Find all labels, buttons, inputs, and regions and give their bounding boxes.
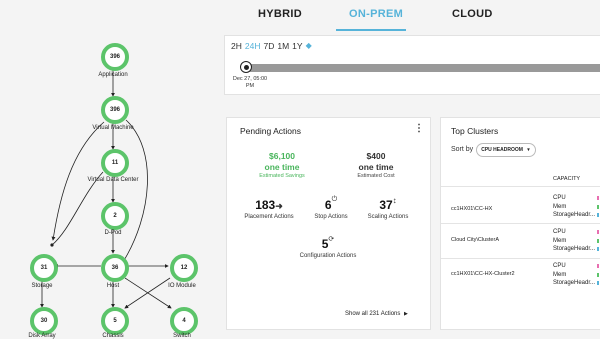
top-clusters-title: Top Clusters bbox=[451, 126, 499, 136]
cpu-label: CPU bbox=[553, 263, 566, 269]
range-2h[interactable]: 2H bbox=[231, 41, 242, 51]
range-24h[interactable]: 24H bbox=[245, 41, 261, 51]
placement-actions[interactable]: 183➜ Placement Actions bbox=[236, 196, 302, 220]
chassis-node[interactable]: 5 bbox=[101, 307, 129, 335]
disk-array-node[interactable]: 30 bbox=[30, 307, 58, 335]
cluster-row-1-capacity: CPU Mem StorageHeadr... bbox=[553, 194, 595, 220]
estimated-savings-label: Estimated Savings bbox=[259, 173, 305, 179]
capacity-header: CAPACITY bbox=[553, 176, 581, 182]
divider bbox=[441, 223, 600, 224]
storage-label: Storage bbox=[31, 283, 53, 289]
cpu-label: CPU bbox=[553, 229, 566, 235]
tab-cloud[interactable]: CLOUD bbox=[452, 8, 493, 20]
stop-count: 6 bbox=[324, 198, 332, 212]
show-all-label: Show all 231 Actions bbox=[345, 311, 401, 317]
divider bbox=[441, 186, 600, 187]
cluster-row-2-capacity: CPU Mem StorageHeadr... bbox=[553, 228, 595, 254]
timeline-track[interactable] bbox=[246, 64, 600, 72]
application-label: Application bbox=[98, 72, 128, 78]
chevron-right-icon: ▶ bbox=[404, 311, 408, 317]
resize-icon: ↕ bbox=[392, 196, 397, 205]
arrow-right-icon: ➜ bbox=[275, 201, 283, 211]
marker-date: Dec 27, 05:00 bbox=[232, 76, 268, 82]
switch-node[interactable]: 4 bbox=[170, 307, 198, 335]
storage-bar bbox=[597, 281, 599, 285]
mem-label: Mem bbox=[553, 203, 567, 210]
range-1m[interactable]: 1M bbox=[277, 41, 289, 51]
scaling-label: Scaling Actions bbox=[367, 214, 409, 220]
stop-label: Stop Actions bbox=[314, 214, 348, 220]
mem-bar bbox=[597, 205, 599, 209]
stop-actions[interactable]: 6⏻ Stop Actions bbox=[302, 196, 360, 220]
tab-hybrid[interactable]: HYBRID bbox=[258, 8, 302, 20]
d-pod-label: D-Pod bbox=[104, 230, 122, 236]
pending-actions-title: Pending Actions bbox=[240, 126, 301, 136]
estimated-savings-value: $6,100 bbox=[269, 151, 295, 161]
cpu-bar bbox=[597, 230, 599, 234]
cluster-row-3-capacity: CPU Mem StorageHeadr... bbox=[553, 262, 595, 288]
io-module-label: IO Module bbox=[168, 283, 196, 289]
divider bbox=[441, 258, 600, 259]
placement-count: 183 bbox=[255, 198, 276, 212]
range-1y[interactable]: 1Y bbox=[292, 41, 302, 51]
estimated-cost-frequency: one time bbox=[358, 162, 394, 172]
d-pod-node[interactable]: 2 bbox=[101, 202, 129, 230]
mem-bar bbox=[597, 273, 599, 277]
disk-array-label: Disk Array bbox=[28, 333, 56, 339]
storage-label: StorageHeadr... bbox=[553, 212, 596, 218]
mem-label: Mem bbox=[553, 237, 567, 244]
caret-down-icon: ▼ bbox=[526, 147, 531, 152]
storage-bar bbox=[597, 247, 599, 251]
marker-ampm: PM bbox=[245, 83, 255, 89]
active-tab-indicator bbox=[336, 29, 406, 31]
cluster-row-2-name[interactable]: Cloud City\ClusterA bbox=[451, 237, 499, 243]
virtual-data-center-label: Virtual Data Center bbox=[87, 177, 139, 183]
chassis-label: Chassis bbox=[102, 333, 124, 339]
cpu-label: CPU bbox=[553, 195, 566, 201]
scaling-count: 37 bbox=[379, 198, 393, 212]
power-icon: ⏻ bbox=[331, 196, 338, 203]
cluster-row-3-name[interactable]: cc1HX01\CC-HX-Cluster2 bbox=[451, 271, 515, 277]
estimated-savings-frequency: one time bbox=[264, 162, 300, 172]
show-all-actions-link[interactable]: Show all 231 Actions ▶ bbox=[345, 311, 408, 317]
cluster-row-1-name[interactable]: cc1HX01\CC-HX bbox=[451, 206, 492, 212]
estimated-cost-value: $400 bbox=[366, 151, 386, 161]
host-node[interactable]: 36 bbox=[101, 254, 129, 282]
mem-bar bbox=[597, 239, 599, 243]
estimated-cost-label: Estimated Cost bbox=[357, 173, 395, 179]
pending-actions-card bbox=[226, 117, 431, 330]
storage-bar bbox=[597, 213, 599, 217]
mem-label: Mem bbox=[553, 271, 567, 278]
switch-label: Switch bbox=[173, 333, 191, 339]
kebab-menu-icon[interactable]: ⋮ bbox=[414, 124, 424, 134]
configuration-actions[interactable]: 5⟳ Configuration Actions bbox=[290, 235, 366, 259]
virtual-data-center-node[interactable]: 11 bbox=[101, 149, 129, 177]
timeline-marker-label: Dec 27, 05:00 PM bbox=[230, 76, 270, 90]
cpu-bar bbox=[597, 264, 599, 268]
time-range-selector: 2H 24H 7D 1M 1Y ◆ bbox=[231, 41, 312, 51]
sync-icon: ⟳ bbox=[328, 236, 335, 243]
diamond-arrow-icon[interactable]: ◆ bbox=[306, 41, 312, 51]
timeline-handle[interactable] bbox=[240, 61, 252, 73]
host-label: Host bbox=[106, 283, 120, 289]
io-module-node[interactable]: 12 bbox=[170, 254, 198, 282]
sort-by-label: Sort by bbox=[451, 146, 474, 153]
storage-node[interactable]: 31 bbox=[30, 254, 58, 282]
placement-label: Placement Actions bbox=[244, 214, 294, 220]
cpu-bar bbox=[597, 196, 599, 200]
sort-dropdown[interactable]: CPU HEADROOM ▼ bbox=[476, 143, 536, 157]
scaling-actions[interactable]: 37↕ Scaling Actions bbox=[356, 196, 420, 220]
range-7d[interactable]: 7D bbox=[263, 41, 274, 51]
configuration-label: Configuration Actions bbox=[299, 253, 357, 259]
virtual-machine-label: Virtual Machine bbox=[92, 125, 134, 131]
sort-value: CPU HEADROOM bbox=[481, 147, 523, 153]
storage-label: StorageHeadr... bbox=[553, 280, 596, 286]
virtual-machine-node[interactable]: 396 bbox=[101, 96, 129, 124]
application-node[interactable]: 396 bbox=[101, 43, 129, 71]
tab-on-prem[interactable]: ON-PREM bbox=[349, 8, 403, 20]
storage-label: StorageHeadr... bbox=[553, 246, 596, 252]
